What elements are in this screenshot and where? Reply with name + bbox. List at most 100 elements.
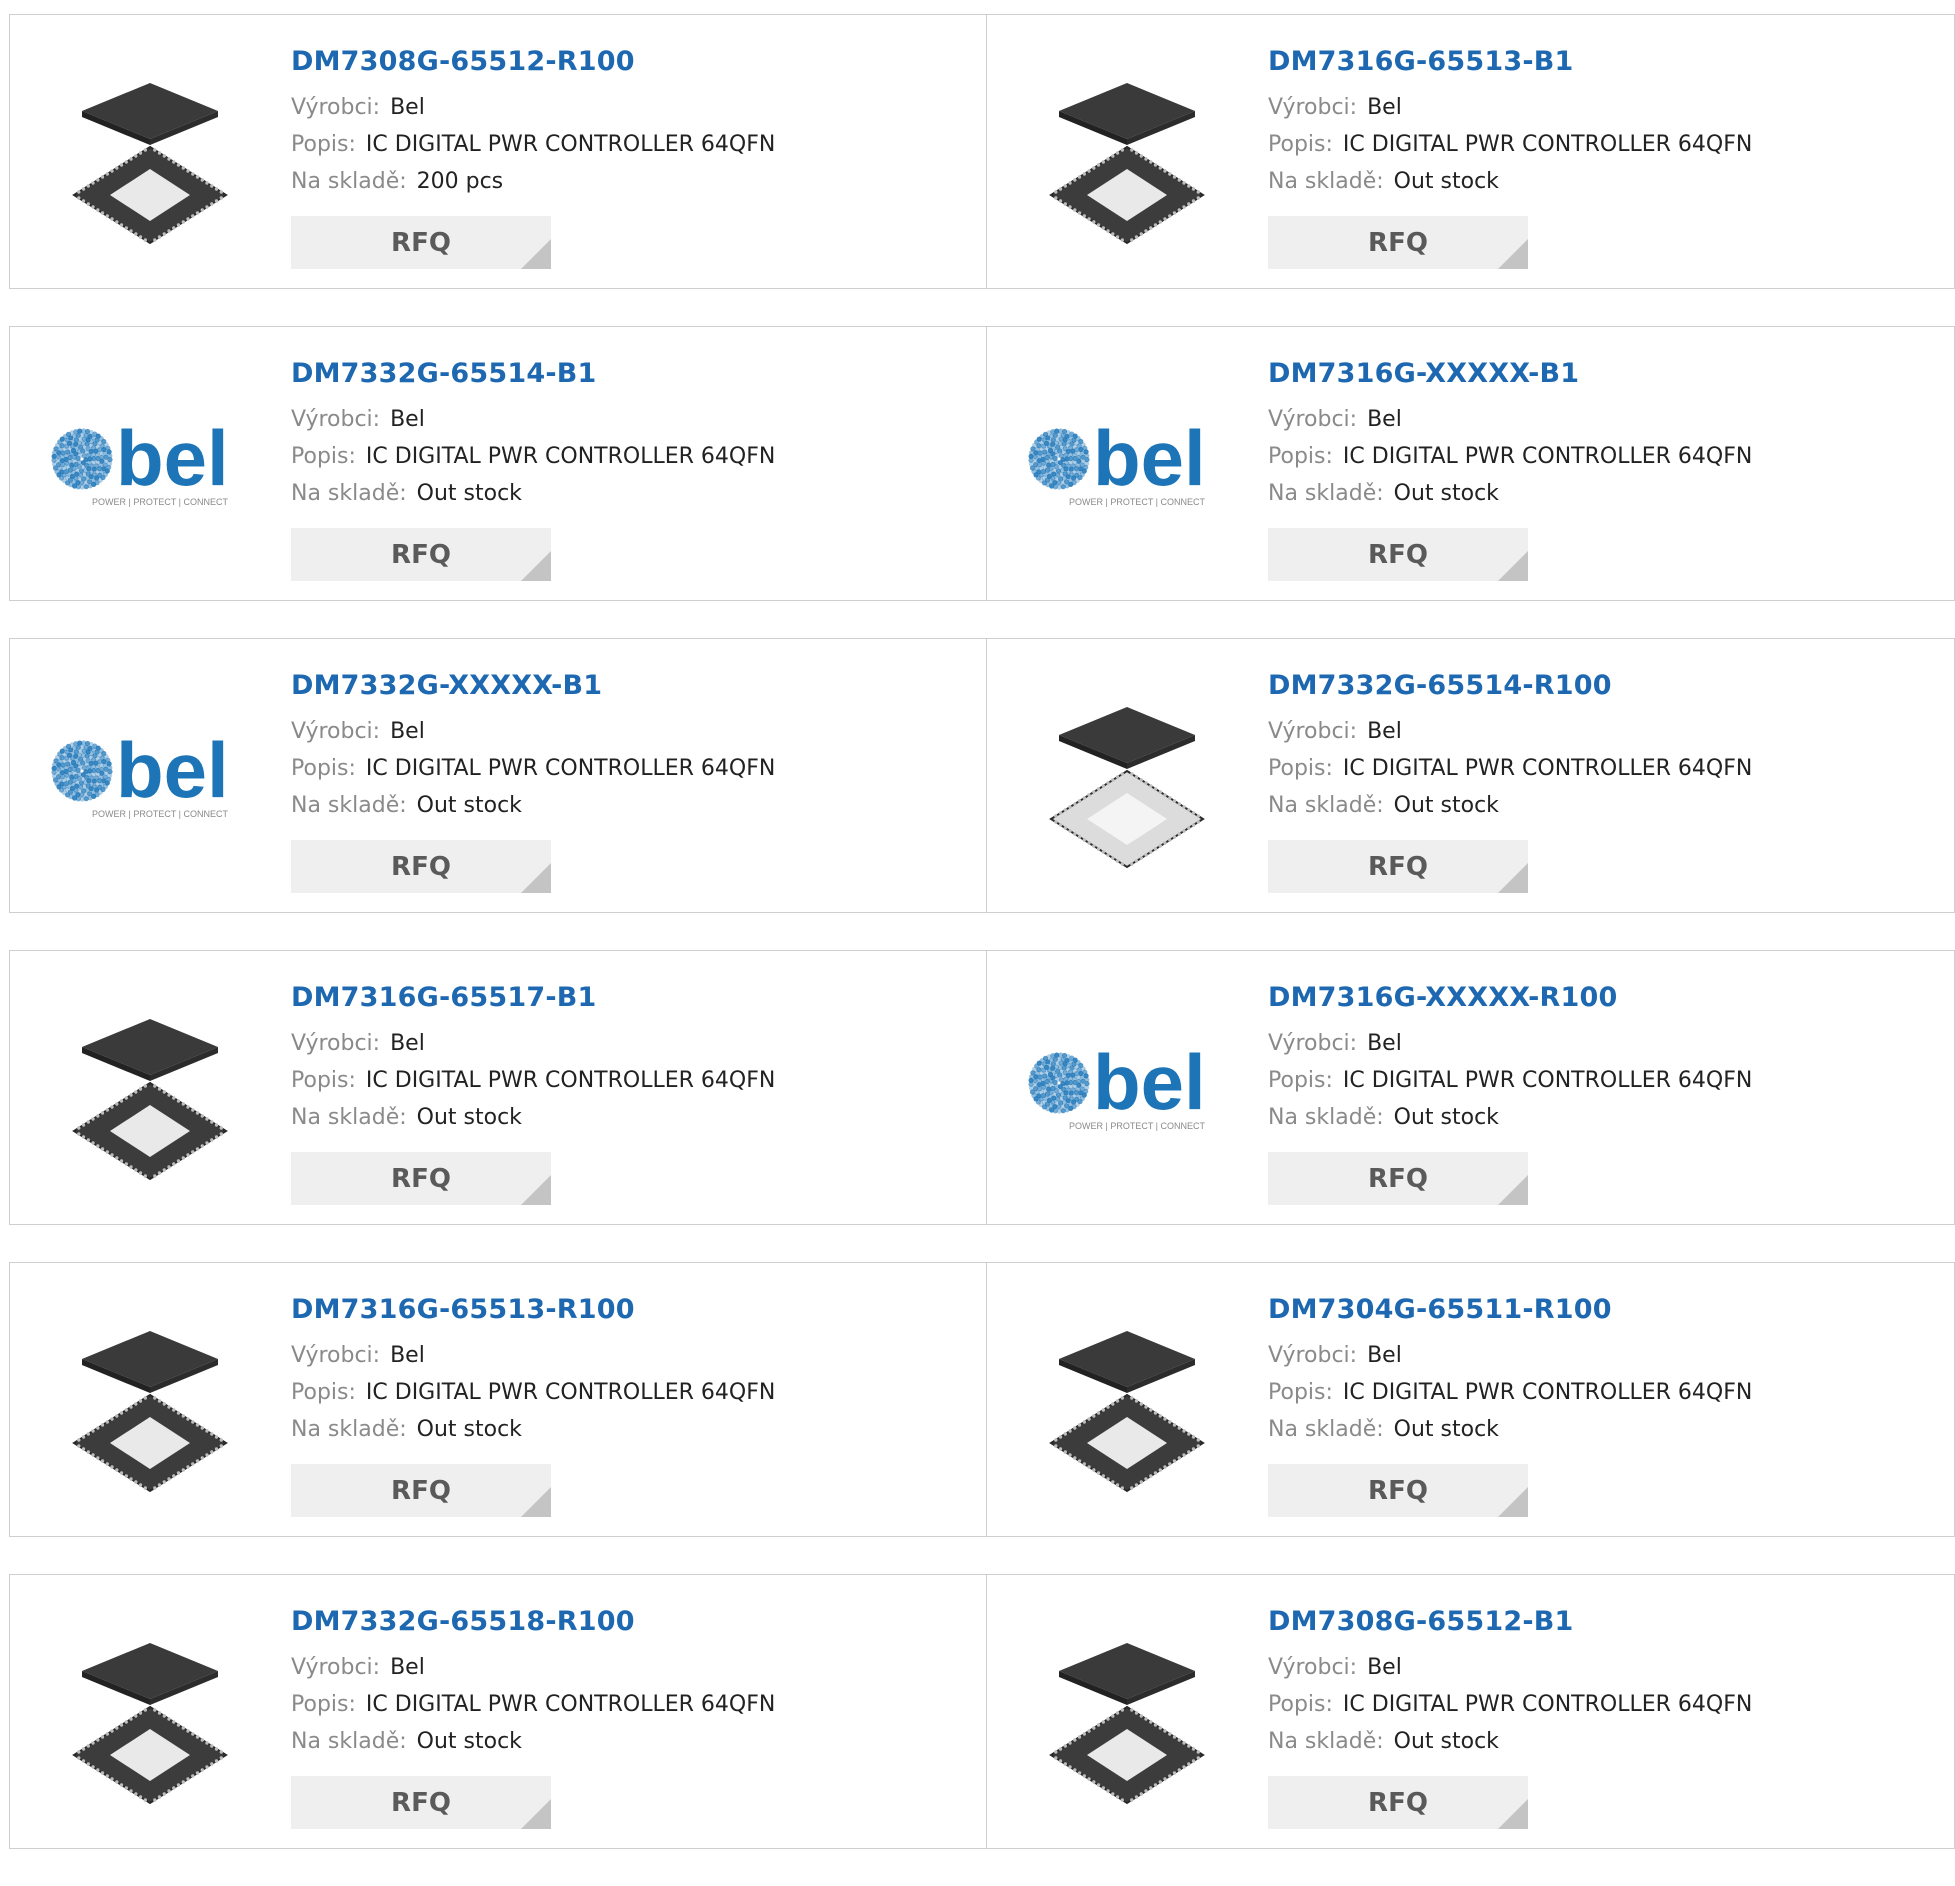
qfn-chip-image[interactable] (50, 991, 250, 1191)
logo-wordmark: bel (116, 726, 229, 814)
stock-line: Na skladě: Out stock (1268, 475, 1752, 512)
stock-value: Out stock (1393, 1729, 1499, 1754)
stock-label: Na skladě: (291, 1105, 407, 1130)
qfn-chip-image[interactable] (50, 55, 250, 255)
qfn-chip-image[interactable] (1027, 55, 1227, 255)
manufacturer-value: Bel (1367, 95, 1402, 120)
corner-triangle-icon (521, 551, 551, 581)
product-part-link[interactable]: DM7316G-XXXXX-B1 (1268, 356, 1752, 392)
rfq-label: RFQ (1368, 1163, 1428, 1194)
bel-logo-image[interactable]: bel POWER | PROTECT | CONNECT (50, 679, 250, 879)
qfn-chip-image[interactable] (1027, 1615, 1227, 1815)
rfq-label: RFQ (391, 851, 451, 882)
bel-logo-image[interactable]: bel POWER | PROTECT | CONNECT (50, 367, 250, 567)
description-value: IC DIGITAL PWR CONTROLLER 64QFN (1342, 132, 1753, 157)
stock-value: Out stock (416, 481, 522, 506)
description-value: IC DIGITAL PWR CONTROLLER 64QFN (1342, 1380, 1753, 1405)
product-card: DM7332G-65514-R100 Výrobci: Bel Popis: IC … (987, 638, 1955, 913)
qfn-chip-image[interactable] (1027, 1303, 1227, 1503)
stock-line: Na skladě: Out stock (291, 1099, 775, 1136)
product-info: DM7316G-XXXXX-R100 Výrobci: Bel Popis: IC … (1268, 980, 1752, 1136)
description-line: Popis: IC DIGITAL PWR CONTROLLER 64QFN (1268, 126, 1752, 163)
product-part-link[interactable]: DM7332G-XXXXX-B1 (291, 668, 775, 704)
description-value: IC DIGITAL PWR CONTROLLER 64QFN (365, 1380, 776, 1405)
stock-label: Na skladě: (291, 169, 407, 194)
description-label: Popis: (291, 132, 356, 157)
product-part-link[interactable]: DM7332G-65514-R100 (1268, 668, 1752, 704)
product-part-link[interactable]: DM7316G-65517-B1 (291, 980, 775, 1016)
description-line: Popis: IC DIGITAL PWR CONTROLLER 64QFN (291, 1686, 775, 1723)
rfq-label: RFQ (1368, 1475, 1428, 1506)
rfq-button[interactable]: RFQ (291, 528, 551, 581)
rfq-button[interactable]: RFQ (1268, 1776, 1528, 1829)
stock-line: Na skladě: Out stock (1268, 1411, 1752, 1448)
bel-logo-image[interactable]: bel POWER | PROTECT | CONNECT (1027, 367, 1227, 567)
product-card: DM7316G-65517-B1 Výrobci: Bel Popis: IC DI… (9, 950, 987, 1225)
rfq-button[interactable]: RFQ (291, 216, 551, 269)
logo-tagline: POWER | PROTECT | CONNECT (92, 497, 229, 507)
rfq-button[interactable]: RFQ (1268, 840, 1528, 893)
stock-line: Na skladě: Out stock (291, 1411, 775, 1448)
qfn-chip-image[interactable] (50, 1303, 250, 1503)
rfq-button[interactable]: RFQ (1268, 528, 1528, 581)
rfq-button[interactable]: RFQ (1268, 1152, 1528, 1205)
product-part-link[interactable]: DM7316G-65513-B1 (1268, 44, 1752, 80)
product-part-link[interactable]: DM7308G-65512-B1 (1268, 1604, 1752, 1640)
stock-value: 200 pcs (416, 169, 504, 194)
rfq-button[interactable]: RFQ (291, 1464, 551, 1517)
stock-line: Na skladě: Out stock (1268, 787, 1752, 824)
manufacturer-label: Výrobci: (291, 1343, 381, 1368)
rfq-button[interactable]: RFQ (1268, 1464, 1528, 1517)
product-card: bel POWER | PROTECT | CONNECT DM7316G-XXX… (987, 950, 1955, 1225)
manufacturer-value: Bel (1367, 1343, 1402, 1368)
manufacturer-label: Výrobci: (1268, 1655, 1358, 1680)
stock-line: Na skladě: 200 pcs (291, 163, 775, 200)
description-label: Popis: (291, 1380, 356, 1405)
manufacturer-line: Výrobci: Bel (291, 1025, 775, 1062)
product-info: DM7316G-65513-R100 Výrobci: Bel Popis: IC … (291, 1292, 775, 1448)
manufacturer-line: Výrobci: Bel (1268, 713, 1752, 750)
description-label: Popis: (1268, 132, 1333, 157)
product-row: DM7316G-65517-B1 Výrobci: Bel Popis: IC DI… (9, 950, 1955, 1225)
rfq-button[interactable]: RFQ (291, 840, 551, 893)
description-value: IC DIGITAL PWR CONTROLLER 64QFN (365, 756, 776, 781)
manufacturer-line: Výrobci: Bel (291, 1337, 775, 1374)
product-part-link[interactable]: DM7332G-65518-R100 (291, 1604, 775, 1640)
rfq-button[interactable]: RFQ (291, 1776, 551, 1829)
product-part-link[interactable]: DM7316G-XXXXX-R100 (1268, 980, 1752, 1016)
description-label: Popis: (1268, 1068, 1333, 1093)
description-label: Popis: (1268, 1380, 1333, 1405)
stock-value: Out stock (1393, 169, 1499, 194)
stock-line: Na skladě: Out stock (1268, 1099, 1752, 1136)
product-info: DM7316G-65513-B1 Výrobci: Bel Popis: IC DI… (1268, 44, 1752, 200)
qfn-chip-image[interactable] (50, 1615, 250, 1815)
stock-value: Out stock (416, 1105, 522, 1130)
qfn-chip-image[interactable] (1027, 679, 1227, 879)
stock-value: Out stock (1393, 793, 1499, 818)
manufacturer-line: Výrobci: Bel (1268, 1649, 1752, 1686)
stock-label: Na skladě: (1268, 1105, 1384, 1130)
product-card: DM7308G-65512-R100 Výrobci: Bel Popis: IC … (9, 14, 987, 289)
product-part-link[interactable]: DM7308G-65512-R100 (291, 44, 775, 80)
rfq-label: RFQ (391, 1787, 451, 1818)
description-value: IC DIGITAL PWR CONTROLLER 64QFN (365, 1692, 776, 1717)
product-part-link[interactable]: DM7332G-65514-B1 (291, 356, 775, 392)
product-info: DM7332G-65518-R100 Výrobci: Bel Popis: IC … (291, 1604, 775, 1760)
corner-triangle-icon (1498, 239, 1528, 269)
bel-logo-image[interactable]: bel POWER | PROTECT | CONNECT (1027, 991, 1227, 1191)
corner-triangle-icon (521, 1175, 551, 1205)
product-part-link[interactable]: DM7316G-65513-R100 (291, 1292, 775, 1328)
description-value: IC DIGITAL PWR CONTROLLER 64QFN (365, 1068, 776, 1093)
description-value: IC DIGITAL PWR CONTROLLER 64QFN (1342, 1068, 1753, 1093)
manufacturer-value: Bel (390, 407, 425, 432)
rfq-button[interactable]: RFQ (291, 1152, 551, 1205)
logo-tagline: POWER | PROTECT | CONNECT (92, 809, 229, 819)
rfq-button[interactable]: RFQ (1268, 216, 1528, 269)
description-label: Popis: (1268, 756, 1333, 781)
manufacturer-label: Výrobci: (291, 95, 381, 120)
product-card: DM7316G-65513-B1 Výrobci: Bel Popis: IC DI… (987, 14, 1955, 289)
product-part-link[interactable]: DM7304G-65511-R100 (1268, 1292, 1752, 1328)
manufacturer-value: Bel (390, 95, 425, 120)
description-label: Popis: (291, 444, 356, 469)
corner-triangle-icon (1498, 863, 1528, 893)
